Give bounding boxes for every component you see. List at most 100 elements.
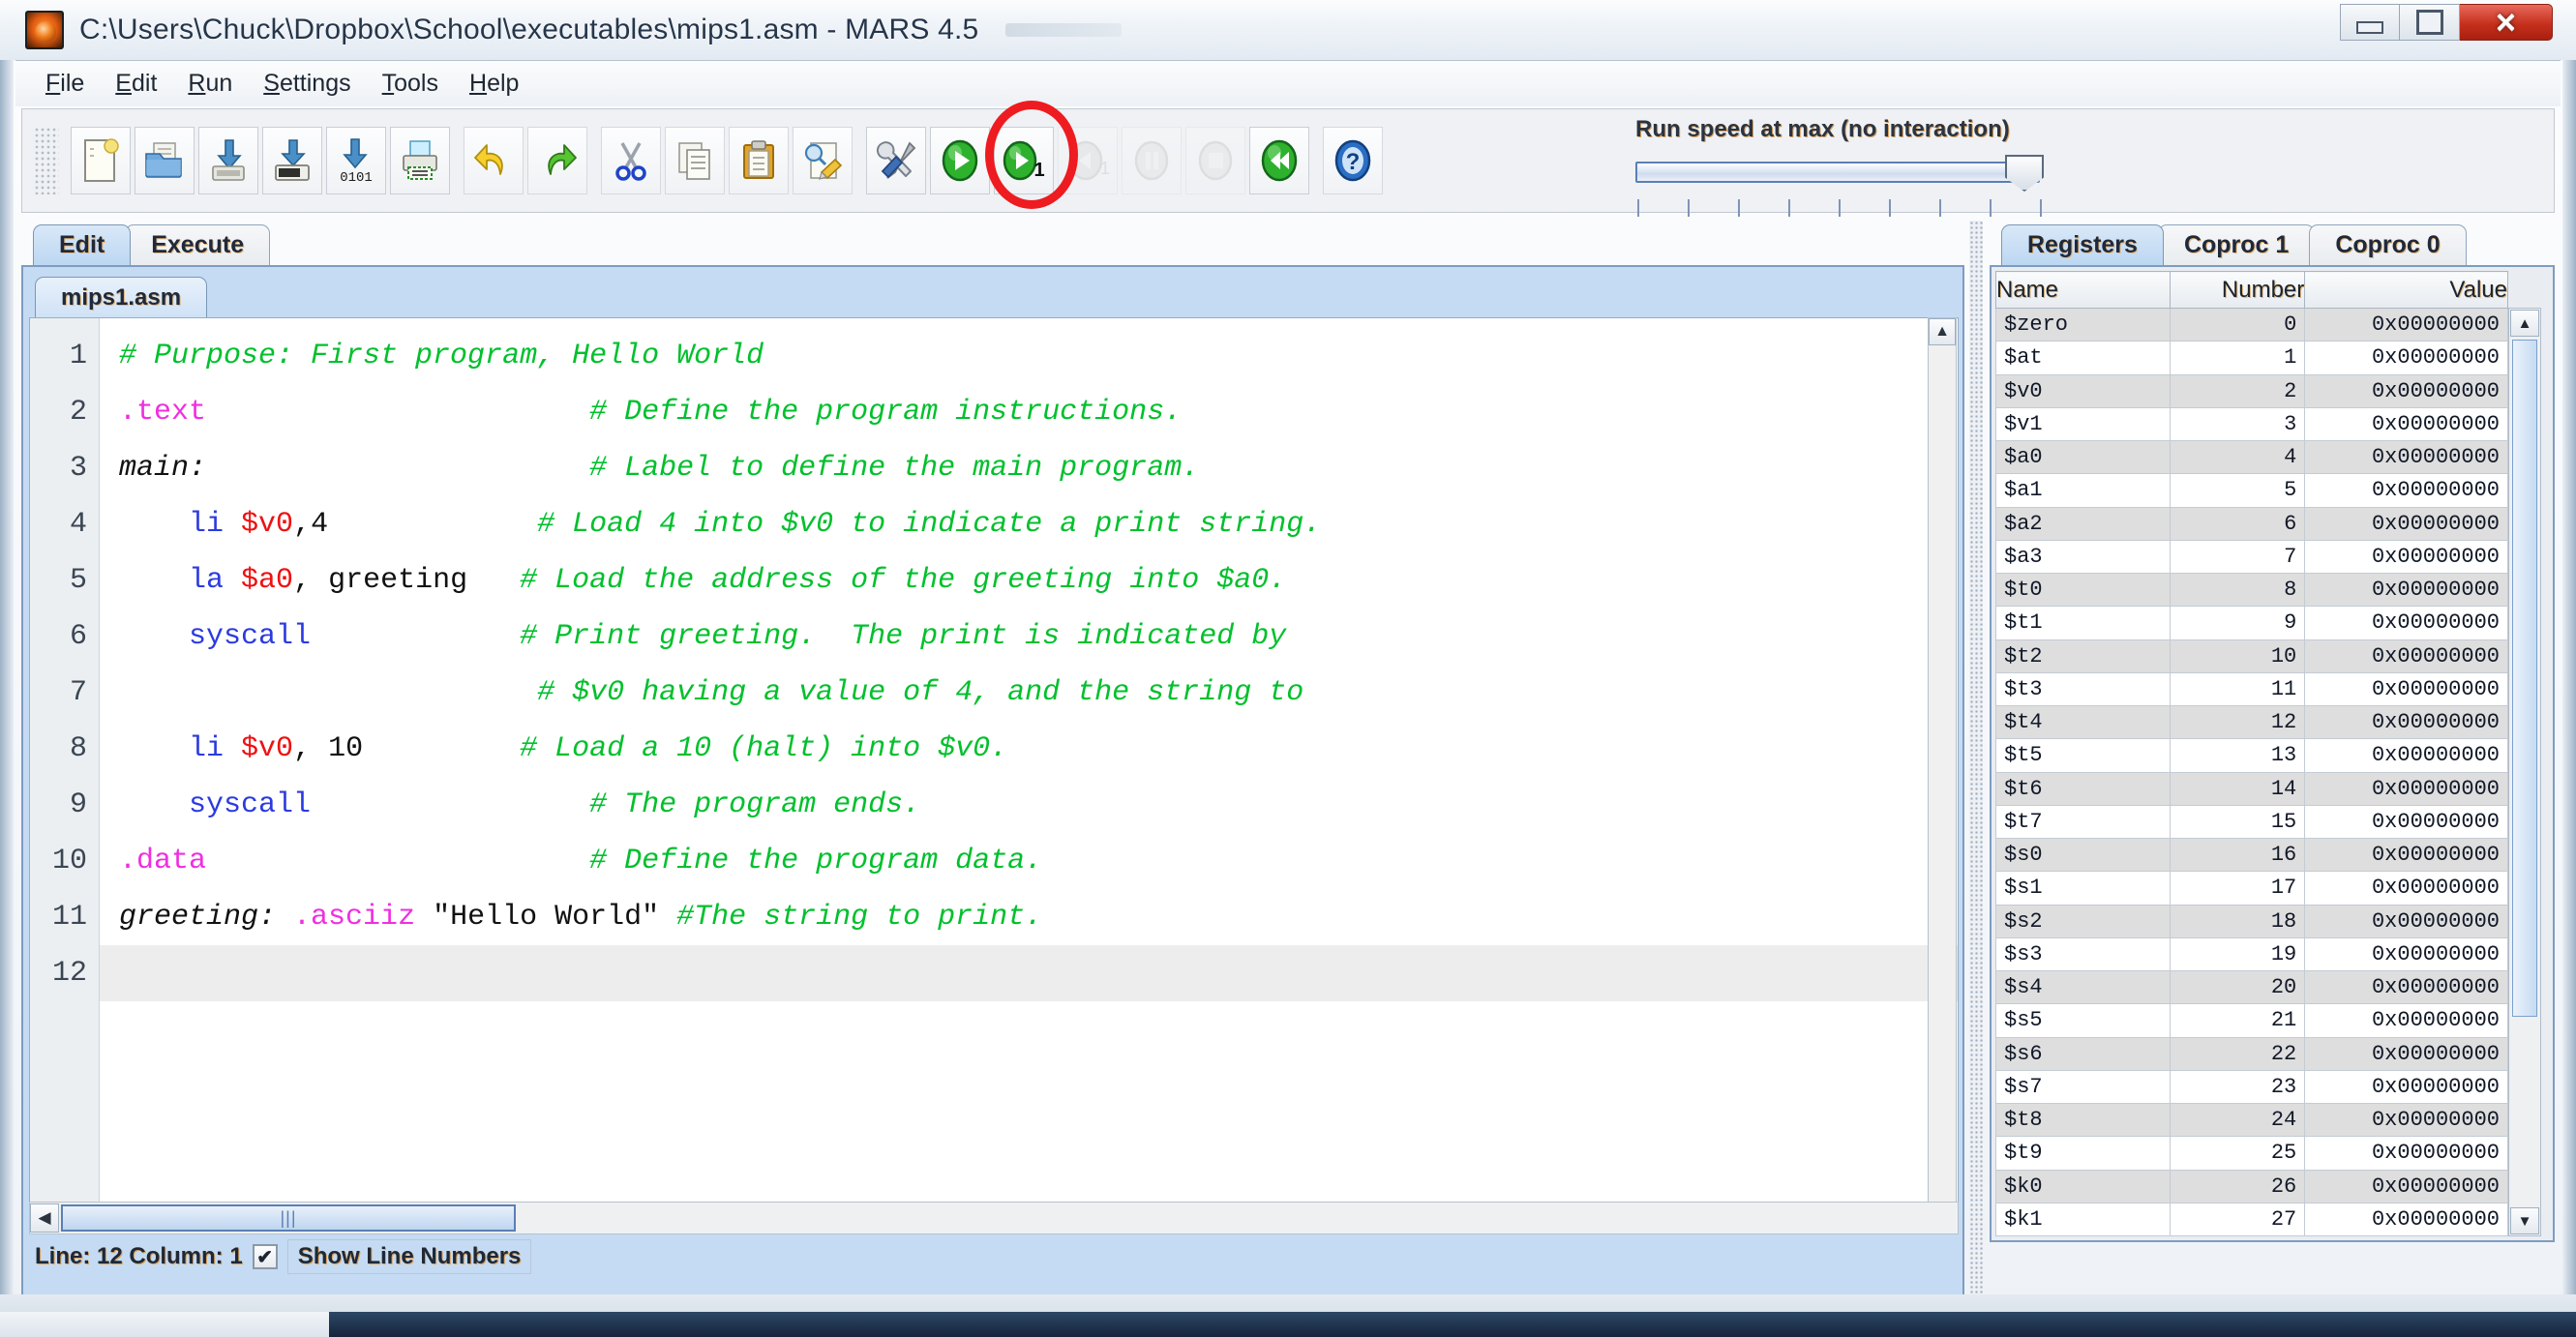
assemble-icon[interactable]	[866, 127, 926, 194]
code-token-comment: # Load 4 into $v0 to indicate a print st…	[537, 508, 1322, 541]
menu-item-settings[interactable]: Settings	[251, 65, 363, 103]
table-row[interactable]: $t7 15 0x00000000	[1995, 804, 2508, 840]
code-token-plain: ,4	[293, 508, 329, 541]
register-number: 0	[2169, 307, 2306, 342]
slider-thumb[interactable]	[2005, 155, 2044, 192]
toolbar-drag-grip[interactable]	[34, 127, 59, 194]
help-icon[interactable]: ?	[1323, 127, 1383, 194]
table-row[interactable]: $t6 14 0x00000000	[1995, 771, 2508, 806]
code-line[interactable]	[100, 945, 1958, 1001]
code-editor[interactable]: 1 2 3 4 5 6 7 8 9 10 11 12 # Purpose: First program…	[29, 317, 1959, 1234]
code-line[interactable]: li $v0, 10 # Load a 10 (halt) into $v0.	[100, 721, 1958, 777]
menu-item-help[interactable]: Help	[457, 65, 531, 103]
column-header-number[interactable]: Number	[2169, 271, 2306, 309]
slider-track[interactable]	[1635, 162, 2040, 183]
tab-coproc-0[interactable]: Coproc 0	[2309, 224, 2467, 265]
code-line[interactable]: syscall # Print greeting. The print is i…	[100, 609, 1958, 665]
table-row[interactable]: $at 1 0x00000000	[1995, 341, 2508, 375]
column-header-value[interactable]: Value	[2304, 271, 2508, 309]
step-icon[interactable]: 1	[994, 127, 1054, 194]
show-line-numbers-checkbox[interactable]: ✔	[252, 1244, 278, 1269]
editor-horizontal-scrollbar[interactable]: ◀ |||	[29, 1202, 1959, 1234]
register-value: 0x00000000	[2304, 704, 2508, 740]
table-row[interactable]: $s7 23 0x00000000	[1995, 1069, 2508, 1105]
run-speed-slider[interactable]	[1635, 155, 2044, 217]
save-icon[interactable]	[198, 127, 258, 194]
table-row[interactable]: $s4 20 0x00000000	[1995, 969, 2508, 1005]
table-row[interactable]: $k1 27 0x00000000	[1995, 1202, 2508, 1237]
cut-icon[interactable]	[601, 127, 661, 194]
table-row[interactable]: $t4 12 0x00000000	[1995, 704, 2508, 740]
registers-scroll-up-arrow-icon[interactable]: ▲	[2510, 310, 2539, 337]
table-row[interactable]: $a0 4 0x00000000	[1995, 439, 2508, 475]
table-row[interactable]: $a2 6 0x00000000	[1995, 506, 2508, 541]
undo-icon[interactable]	[464, 127, 524, 194]
dump-memory-icon[interactable]: 0101	[326, 127, 386, 194]
copy-icon[interactable]	[665, 127, 725, 194]
code-line[interactable]: # Purpose: First program, Hello World	[100, 328, 1958, 384]
table-row[interactable]: $t5 13 0x00000000	[1995, 738, 2508, 773]
table-row[interactable]: $zero 0 0x00000000	[1995, 307, 2508, 342]
table-row[interactable]: $s2 18 0x00000000	[1995, 904, 2508, 938]
code-text-area[interactable]: # Purpose: First program, Hello World .te…	[100, 318, 1958, 1233]
code-line[interactable]: main: # Label to define the main program…	[100, 440, 1958, 496]
tab-execute[interactable]: Execute	[125, 224, 271, 265]
table-row[interactable]: $t1 9 0x00000000	[1995, 606, 2508, 640]
find-replace-icon[interactable]	[793, 127, 853, 194]
tab-coproc-1[interactable]: Coproc 1	[2157, 224, 2316, 265]
registers-scroll-down-arrow-icon[interactable]: ▼	[2510, 1207, 2539, 1234]
table-row[interactable]: $v0 2 0x00000000	[1995, 373, 2508, 408]
editor-vertical-scrollbar[interactable]: ▲ ▼	[1928, 317, 1957, 1234]
table-row[interactable]: $s0 16 0x00000000	[1995, 837, 2508, 873]
horizontal-scroll-thumb[interactable]: |||	[61, 1204, 516, 1232]
table-row[interactable]: $a1 5 0x00000000	[1995, 473, 2508, 508]
maximize-button[interactable]	[2400, 4, 2460, 41]
paste-icon[interactable]	[729, 127, 789, 194]
title-ghost-artifact	[1005, 23, 1123, 37]
menu-item-tools[interactable]: Tools	[370, 65, 451, 103]
code-line[interactable]: greeting: .asciiz "Hello World" #The str…	[100, 889, 1958, 945]
code-line[interactable]: .text # Define the program instructions.	[100, 384, 1958, 440]
run-icon[interactable]	[930, 127, 990, 194]
code-line[interactable]: syscall # The program ends.	[100, 777, 1958, 833]
menu-item-file[interactable]: File	[33, 65, 97, 103]
column-header-name[interactable]: Name	[1995, 271, 2171, 309]
split-pane-divider[interactable]	[1969, 221, 1983, 1296]
file-tab-mips1-asm[interactable]: mips1.asm	[35, 277, 208, 317]
minimize-button[interactable]	[2340, 4, 2400, 41]
code-line[interactable]: la $a0, greeting # Load the address of t…	[100, 552, 1958, 609]
table-row[interactable]: $t9 25 0x00000000	[1995, 1136, 2508, 1171]
code-line[interactable]: # $v0 having a value of 4, and the strin…	[100, 665, 1958, 721]
registers-scroll-thumb[interactable]	[2512, 340, 2537, 1017]
table-row[interactable]: $t0 8 0x00000000	[1995, 572, 2508, 608]
register-name: $k0	[1995, 1169, 2171, 1203]
table-row[interactable]: $t8 24 0x00000000	[1995, 1102, 2508, 1138]
reset-icon[interactable]	[1249, 127, 1309, 194]
registers-vertical-scrollbar[interactable]: ▲ ▼	[2508, 308, 2541, 1236]
table-row[interactable]: $t3 11 0x00000000	[1995, 671, 2508, 707]
table-row[interactable]: $s5 21 0x00000000	[1995, 1003, 2508, 1038]
table-row[interactable]: $v1 3 0x00000000	[1995, 406, 2508, 442]
code-line[interactable]: .data # Define the program data.	[100, 833, 1958, 889]
new-file-icon[interactable]	[71, 127, 131, 194]
print-icon[interactable]	[390, 127, 450, 194]
tab-edit[interactable]: Edit	[33, 224, 132, 265]
table-row[interactable]: $s6 22 0x00000000	[1995, 1036, 2508, 1071]
menu-item-edit[interactable]: Edit	[103, 65, 169, 103]
file-tabstrip: mips1.asm	[23, 267, 1962, 317]
close-button[interactable]: ✕	[2460, 4, 2553, 41]
scroll-left-arrow-icon[interactable]: ◀	[30, 1203, 59, 1233]
table-row[interactable]: $a3 7 0x00000000	[1995, 539, 2508, 575]
code-line[interactable]: li $v0,4 # Load 4 into $v0 to indicate a…	[100, 496, 1958, 552]
save-as-icon[interactable]	[262, 127, 322, 194]
menu-item-run[interactable]: Run	[175, 65, 245, 103]
table-row[interactable]: $t2 10 0x00000000	[1995, 639, 2508, 673]
redo-icon[interactable]	[527, 127, 587, 194]
tab-registers[interactable]: Registers	[2001, 224, 2164, 265]
table-row[interactable]: $s3 19 0x00000000	[1995, 936, 2508, 972]
table-row[interactable]: $k0 26 0x00000000	[1995, 1169, 2508, 1203]
scroll-up-arrow-icon[interactable]: ▲	[1929, 318, 1956, 345]
open-folder-icon[interactable]	[135, 127, 195, 194]
show-line-numbers-label[interactable]: Show Line Numbers	[286, 1239, 532, 1274]
table-row[interactable]: $s1 17 0x00000000	[1995, 871, 2508, 906]
